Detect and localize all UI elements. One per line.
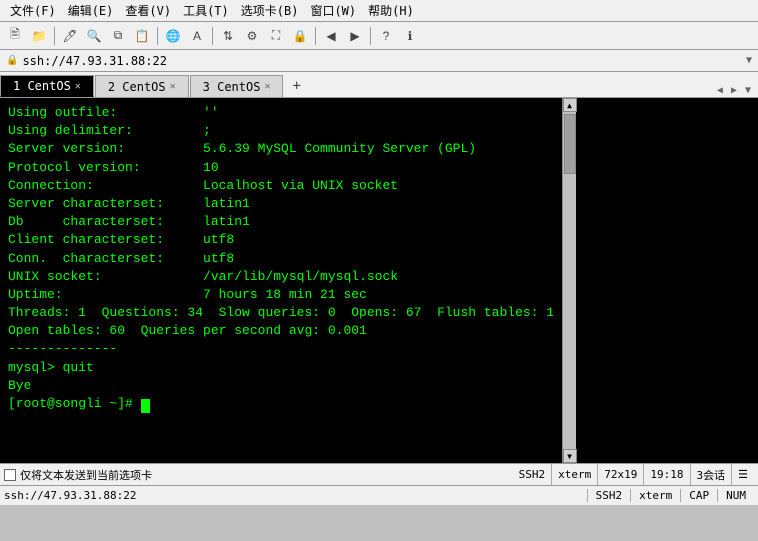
help-btn[interactable]: ? [375,25,397,47]
send-to-tab-label: 仅将文本发送到当前选项卡 [20,467,152,483]
menu-tabs[interactable]: 选项卡(B) [235,0,305,21]
toolbar: 🖹 📁 🖊 🔍 ⧉ 📋 🌐 A ⇅ ⚙ ⛶ 🔒 ◀ ▶ ? ℹ [0,22,758,50]
bottom-num: NUM [717,489,754,502]
terminal-line: [root@songli ~]# [8,395,554,413]
back-btn[interactable]: ◀ [320,25,342,47]
scroll-up-btn[interactable]: ▲ [563,98,577,112]
toolbar-sep-5 [370,27,371,45]
status-size: 72x19 [598,464,644,485]
terminal-scrollbar[interactable]: ▲ ▼ [562,98,576,463]
status-ssh: SSH2 [513,464,553,485]
terminal-line: Bye [8,377,554,395]
terminal-line: UNIX socket: /var/lib/mysql/mysql.sock [8,268,554,286]
bottom-items: SSH2 xterm CAP NUM [587,489,754,502]
scroll-thumb[interactable] [564,114,576,174]
menu-window[interactable]: 窗口(W) [304,0,362,21]
tab-next-btn[interactable]: ▶ [728,84,740,97]
tab-2-centos[interactable]: 2 CentOS ✕ [95,75,189,97]
bottom-cap: CAP [680,489,717,502]
status-time: 19:18 [644,464,690,485]
paste-btn[interactable]: 📋 [131,25,153,47]
font-btn[interactable]: A [186,25,208,47]
terminal-line: Uptime: 7 hours 18 min 21 sec [8,286,554,304]
terminal-wrapper: Using outfile: ''Using delimiter: ;Serve… [0,98,758,463]
menu-help[interactable]: 帮助(H) [362,0,420,21]
terminal[interactable]: Using outfile: ''Using delimiter: ;Serve… [0,98,562,463]
tab-1-close[interactable]: ✕ [75,81,81,92]
terminal-line: mysql> quit [8,359,554,377]
tab-3-centos[interactable]: 3 CentOS ✕ [190,75,284,97]
toolbar-sep-3 [212,27,213,45]
lock-icon: 🔒 [6,55,18,66]
address-dropdown-icon[interactable]: ▼ [746,55,752,66]
tab-2-close[interactable]: ✕ [170,81,176,92]
scroll-down-btn[interactable]: ▼ [563,449,577,463]
new-tab-btn[interactable]: + [284,75,308,97]
connect-btn[interactable]: 🌐 [162,25,184,47]
tab-1-label: 1 CentOS [13,79,71,93]
terminal-line: Protocol version: 10 [8,159,554,177]
terminal-line: Db characterset: latin1 [8,213,554,231]
terminal-line: Client characterset: utf8 [8,231,554,249]
settings-btn[interactable]: ⚙ [241,25,263,47]
new-session-btn[interactable]: 🖹 [4,25,26,47]
terminal-cursor [141,399,150,413]
tab-1-centos[interactable]: 1 CentOS ✕ [0,75,94,97]
fullscreen-btn[interactable]: ⛶ [265,25,287,47]
terminal-line: Threads: 1 Questions: 34 Slow queries: 0… [8,304,554,322]
transfer-btn[interactable]: ⇅ [217,25,239,47]
print-btn[interactable]: 🖊 [59,25,81,47]
tab-3-label: 3 CentOS [203,80,261,94]
forward-btn[interactable]: ▶ [344,25,366,47]
tab-prev-btn[interactable]: ◀ [714,84,726,97]
status-left: 仅将文本发送到当前选项卡 [4,467,513,483]
terminal-line: Connection: Localhost via UNIX socket [8,177,554,195]
tab-2-label: 2 CentOS [108,80,166,94]
terminal-line: Open tables: 60 Queries per second avg: … [8,322,554,340]
open-btn[interactable]: 📁 [28,25,50,47]
address-text[interactable]: ssh://47.93.31.88:22 [22,54,167,68]
toolbar-sep-2 [157,27,158,45]
terminal-line: Server version: 5.6.39 MySQL Community S… [8,140,554,158]
terminal-line: Conn. characterset: utf8 [8,250,554,268]
tabbar: 1 CentOS ✕ 2 CentOS ✕ 3 CentOS ✕ + ◀ ▶ ▼ [0,72,758,98]
menu-edit[interactable]: 编辑(E) [62,0,120,21]
toolbar-sep-1 [54,27,55,45]
bottom-ssh: SSH2 [587,489,631,502]
menu-view[interactable]: 查看(V) [119,0,177,21]
statusbar: 仅将文本发送到当前选项卡 SSH2 xterm 72x19 19:18 3会话 … [0,463,758,485]
terminal-line: Using delimiter: ; [8,122,554,140]
tab-list-btn[interactable]: ▼ [742,84,754,97]
toolbar-sep-4 [315,27,316,45]
status-menu-icon[interactable]: ☰ [732,464,754,485]
tab-nav: ◀ ▶ ▼ [714,84,758,97]
addressbar: 🔒 ssh://47.93.31.88:22 ▼ [0,50,758,72]
bottom-address: ssh://47.93.31.88:22 [4,489,587,502]
menubar: 文件(F) 编辑(E) 查看(V) 工具(T) 选项卡(B) 窗口(W) 帮助(… [0,0,758,22]
menu-file[interactable]: 文件(F) [4,0,62,21]
bottombar: ssh://47.93.31.88:22 SSH2 xterm CAP NUM [0,485,758,505]
menu-tools[interactable]: 工具(T) [177,0,235,21]
terminal-line: Using outfile: '' [8,104,554,122]
search-btn[interactable]: 🔍 [83,25,105,47]
terminal-line: -------------- [8,340,554,358]
bottom-term: xterm [630,489,680,502]
send-to-tab-checkbox[interactable] [4,469,16,481]
copy-btn[interactable]: ⧉ [107,25,129,47]
info-btn[interactable]: ℹ [399,25,421,47]
status-term: xterm [552,464,598,485]
status-sessions: 3会话 [691,464,733,485]
lock-btn[interactable]: 🔒 [289,25,311,47]
tab-3-close[interactable]: ✕ [264,81,270,92]
terminal-line: Server characterset: latin1 [8,195,554,213]
